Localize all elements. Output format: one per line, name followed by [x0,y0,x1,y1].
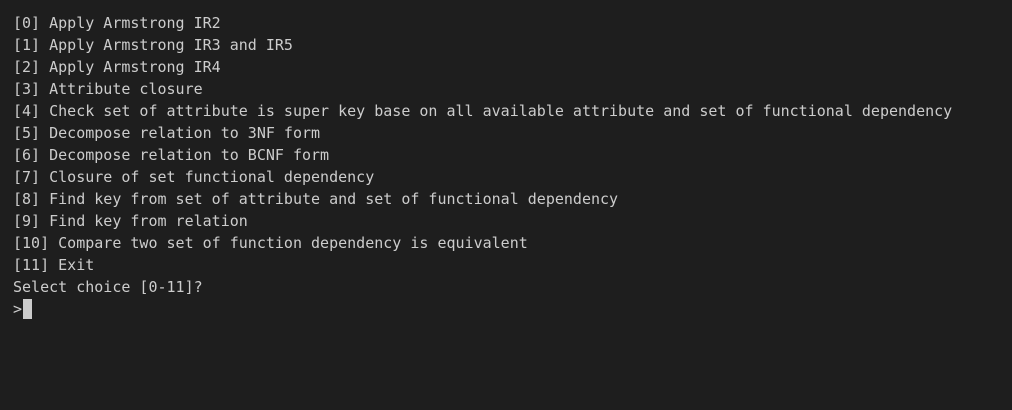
terminal-window[interactable]: [0] Apply Armstrong IR2 [1] Apply Armstr… [0,0,1012,410]
menu-option-3: [3] Attribute closure [13,80,203,98]
prompt-symbol: > [13,300,23,318]
menu-option-7: [7] Closure of set functional dependency [13,168,375,186]
menu-option-10: [10] Compare two set of function depende… [13,234,528,252]
menu-option-11: [11] Exit [13,256,95,274]
input-prompt-line[interactable]: > [13,298,1012,320]
menu-option-0: [0] Apply Armstrong IR2 [13,14,221,32]
menu-option-2: [2] Apply Armstrong IR4 [13,58,221,76]
menu-option-1: [1] Apply Armstrong IR3 and IR5 [13,36,293,54]
menu-option-5: [5] Decompose relation to 3NF form [13,124,321,142]
choice-question: Select choice [0-11]? [13,278,203,296]
text-cursor [23,299,33,319]
menu-option-4: [4] Check set of attribute is super key … [13,102,953,120]
menu-option-6: [6] Decompose relation to BCNF form [13,146,330,164]
menu-option-9: [9] Find key from relation [13,212,248,230]
menu-option-8: [8] Find key from set of attribute and s… [13,190,619,208]
